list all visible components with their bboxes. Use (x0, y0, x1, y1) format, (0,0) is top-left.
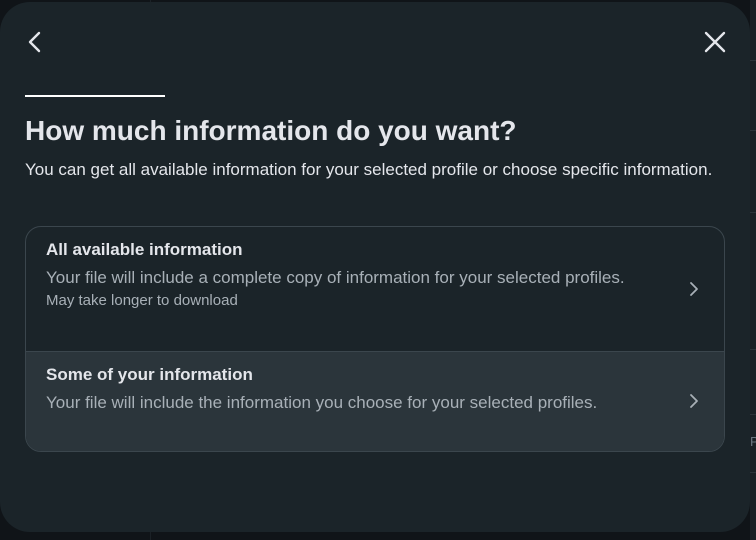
backdrop-right-divider (750, 414, 756, 415)
close-button[interactable] (699, 26, 731, 58)
backdrop-right-divider (750, 130, 756, 131)
option-description: Your file will include the information y… (46, 393, 598, 412)
backdrop-right-divider (750, 212, 756, 213)
option-title: All available information (46, 240, 243, 259)
dialog-subtitle: You can get all available information fo… (25, 160, 713, 179)
chevron-left-icon (28, 31, 41, 53)
step-progress-bar (25, 95, 165, 97)
option-description: Your file will include a complete copy o… (46, 268, 625, 287)
option-all-available-information[interactable]: All available information Your file will… (26, 227, 724, 351)
chevron-right-icon (690, 394, 698, 408)
backdrop-right-panel (750, 0, 756, 540)
information-amount-dialog: How much information do you want? You ca… (0, 2, 750, 532)
close-icon (704, 31, 726, 53)
backdrop-right-divider (750, 60, 756, 61)
chevron-right-icon (690, 282, 698, 296)
back-button[interactable] (19, 26, 51, 58)
backdrop-right-divider (750, 349, 756, 350)
backdrop-edge-text: P (750, 434, 756, 449)
backdrop-right-divider (750, 472, 756, 473)
option-some-of-your-information[interactable]: Some of your information Your file will … (26, 351, 724, 451)
option-note: May take longer to download (46, 292, 238, 309)
dialog-title: How much information do you want? (25, 115, 517, 146)
information-options-list: All available information Your file will… (25, 226, 725, 452)
option-title: Some of your information (46, 365, 253, 384)
